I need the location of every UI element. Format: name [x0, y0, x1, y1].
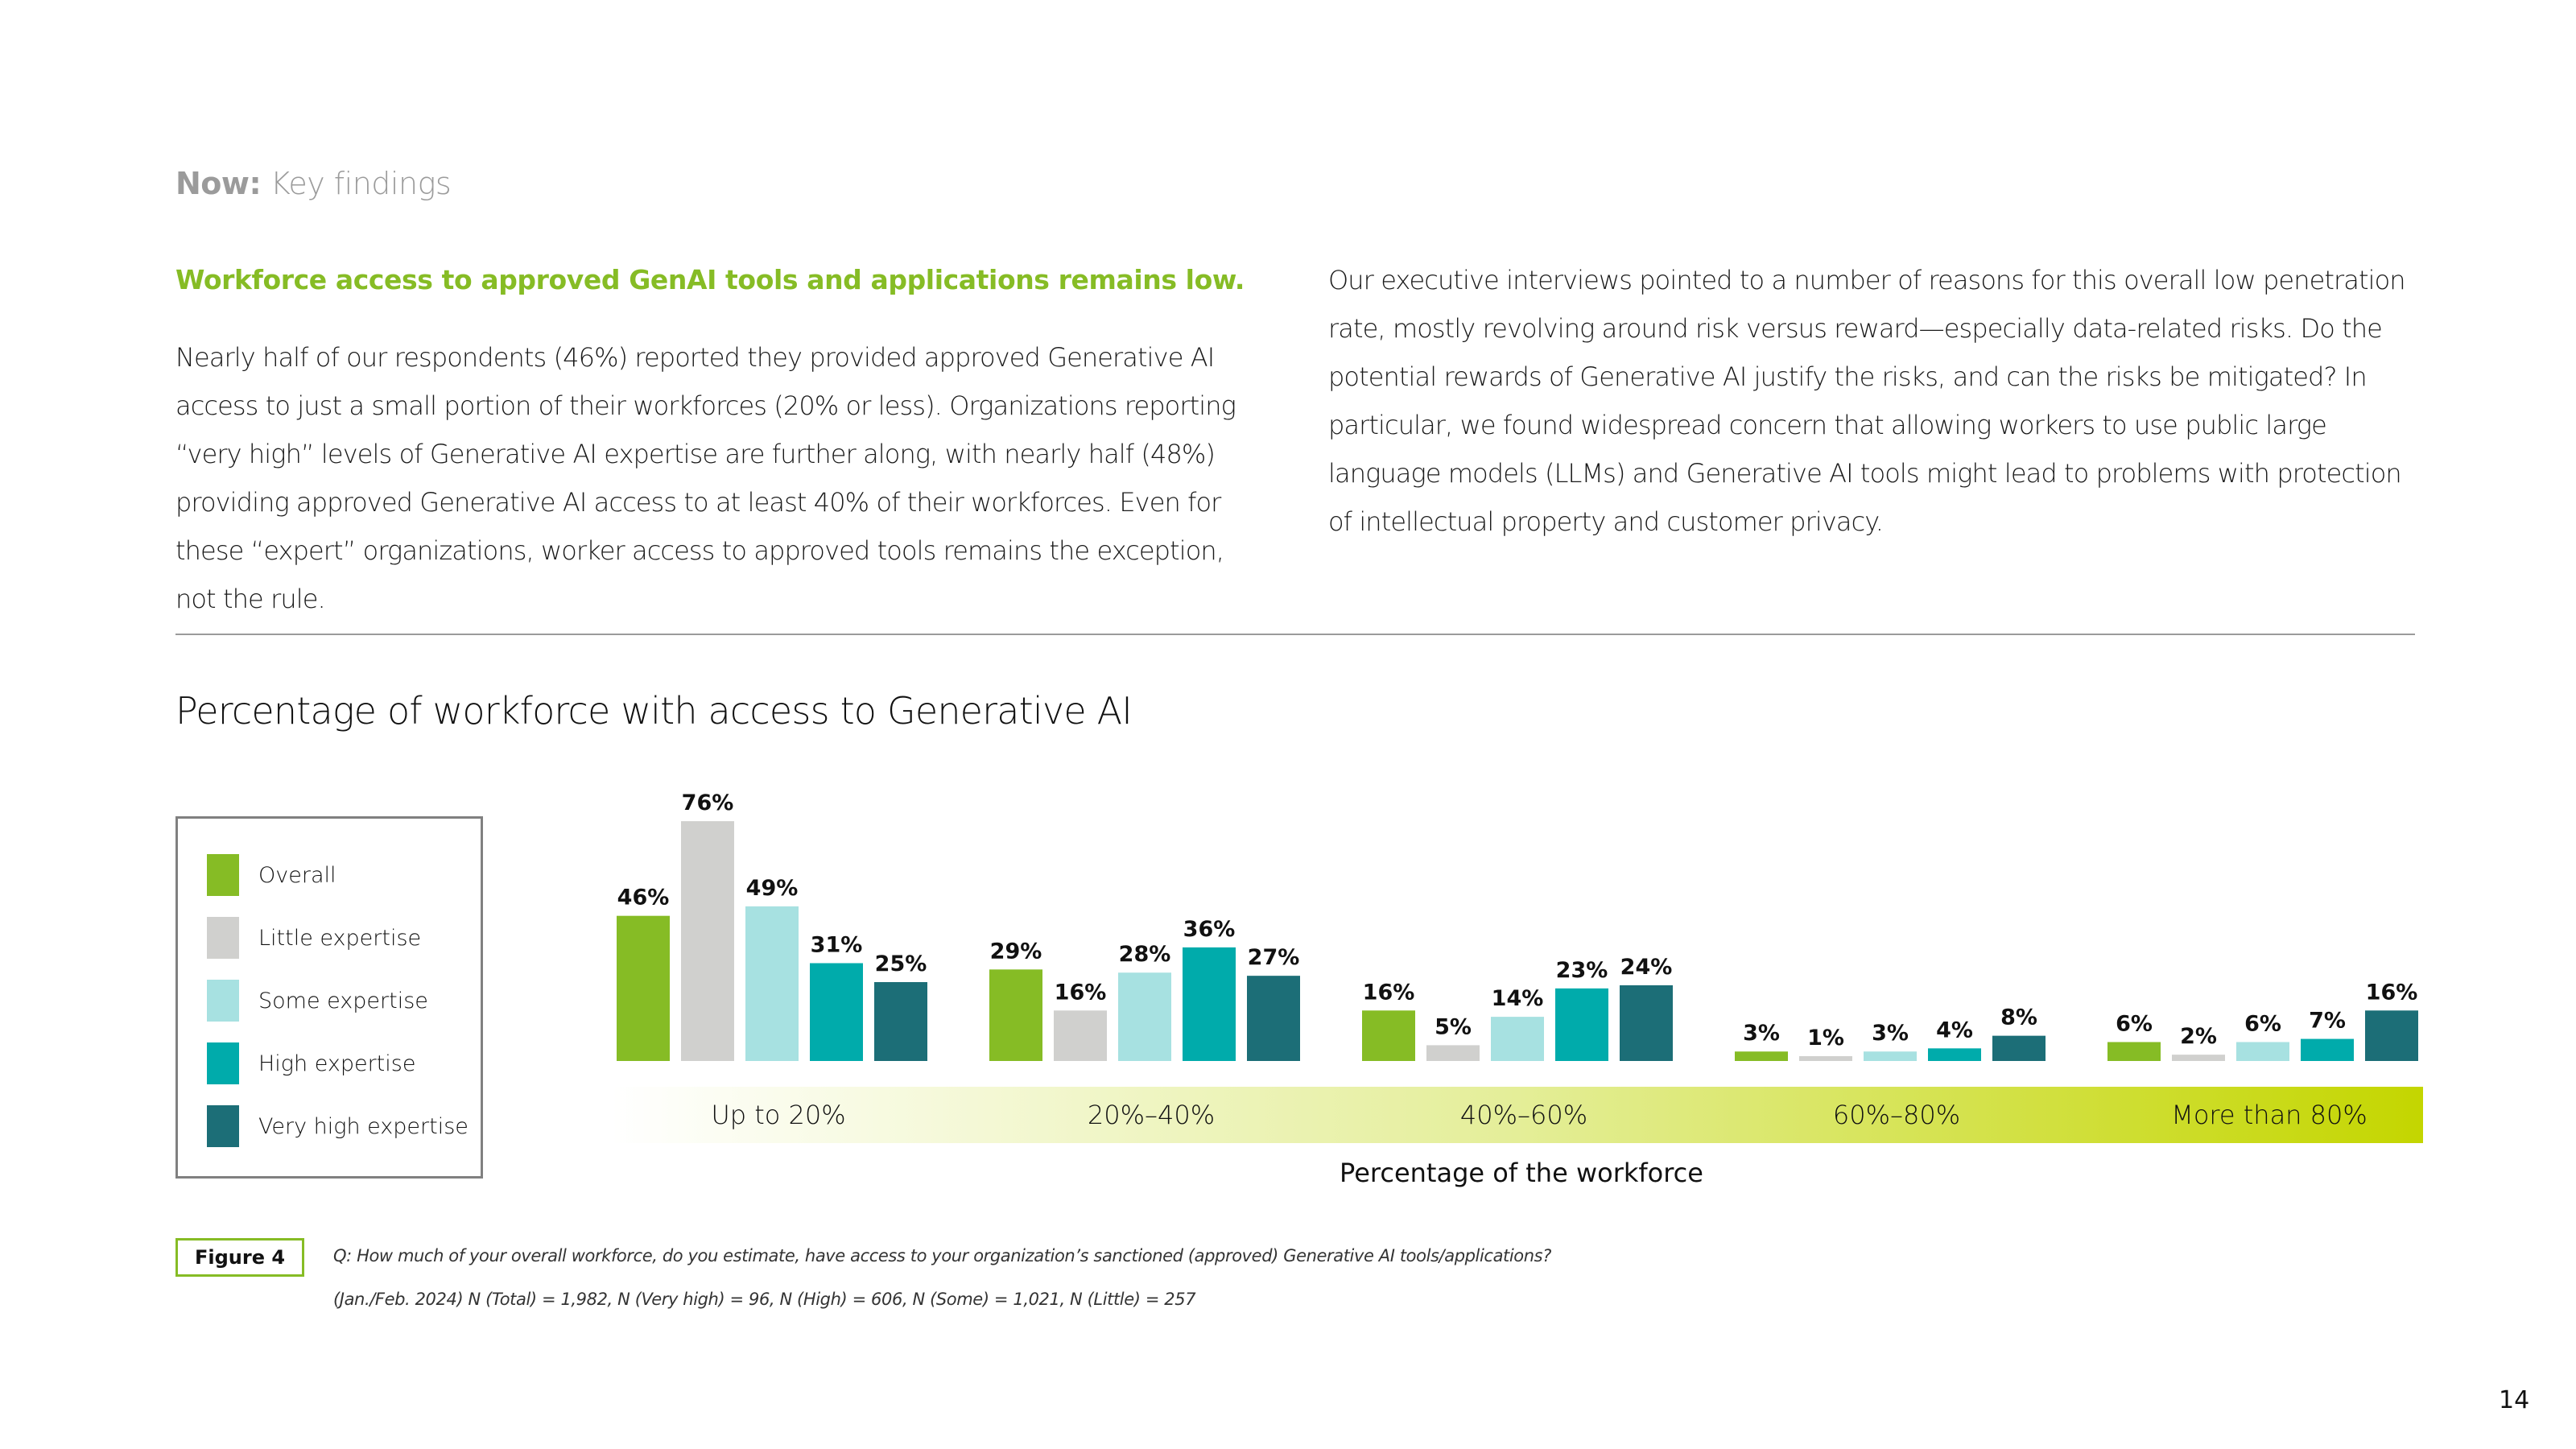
bar-value-label: 5%	[1435, 1014, 1472, 1039]
bar-value-label: 16%	[1363, 980, 1415, 1005]
bar-value-label: 29%	[990, 939, 1042, 964]
bar-some-expertise-5	[2236, 1042, 2289, 1061]
bar-some-expertise-2	[1118, 972, 1171, 1061]
bar-high-expertise-4	[1928, 1048, 1981, 1061]
bar-value-label: 8%	[2000, 1005, 2037, 1030]
bar-value-label: 46%	[617, 886, 670, 910]
bar-value-label: 3%	[1872, 1021, 1909, 1046]
sample-size-note: (Jan./Feb. 2024) N (Total) = 1,982, N (V…	[333, 1290, 1196, 1309]
bar-value-label: 16%	[1055, 980, 1107, 1005]
bar-value-label: 76%	[682, 791, 734, 815]
bar-little-expertise-2	[1054, 1010, 1107, 1061]
bar-little-expertise-4	[1799, 1056, 1852, 1061]
bar-overall-4	[1735, 1051, 1788, 1061]
bar-value-label: 31%	[811, 932, 863, 957]
bar-overall-2	[989, 969, 1042, 1061]
bar-value-label: 6%	[2116, 1011, 2153, 1036]
bar-little-expertise-3	[1426, 1045, 1480, 1061]
bar-some-expertise-3	[1491, 1017, 1544, 1061]
bar-value-label: 14%	[1492, 986, 1544, 1011]
bar-value-label: 2%	[2180, 1024, 2217, 1049]
bar-very-high-expertise-1	[874, 982, 927, 1061]
figure-badge: Figure 4	[175, 1238, 304, 1277]
bar-value-label: 36%	[1183, 917, 1236, 942]
category-label: More than 80%	[2171, 1100, 2368, 1130]
bar-some-expertise-1	[745, 906, 799, 1061]
bar-value-label: 16%	[2366, 980, 2418, 1005]
category-label: 40%–60%	[1460, 1100, 1587, 1130]
bar-high-expertise-2	[1183, 947, 1236, 1061]
bar-high-expertise-3	[1555, 988, 1608, 1061]
bar-overall-5	[2107, 1042, 2161, 1061]
bar-high-expertise-1	[810, 963, 863, 1061]
category-label: 60%–80%	[1833, 1100, 1960, 1130]
bar-value-label: 7%	[2309, 1009, 2346, 1034]
category-label: 20%–40%	[1088, 1100, 1215, 1130]
bar-overall-3	[1362, 1010, 1415, 1061]
bar-little-expertise-1	[681, 821, 734, 1061]
bar-value-label: 23%	[1556, 958, 1608, 983]
bar-value-label: 25%	[875, 952, 927, 976]
bar-little-expertise-5	[2172, 1055, 2225, 1061]
bar-some-expertise-4	[1864, 1051, 1917, 1061]
bar-value-label: 28%	[1119, 942, 1171, 967]
bar-value-label: 49%	[746, 876, 799, 901]
bar-value-label: 24%	[1620, 955, 1673, 980]
x-axis-label: Percentage of the workforce	[1340, 1158, 1703, 1188]
bar-overall-1	[617, 915, 670, 1061]
bar-very-high-expertise-4	[1992, 1035, 2046, 1061]
bar-chart: 46% 76% 49% 31% 25% 29% 16% 28% 36% 27% 16% 5% 14% 23…	[612, 791, 2423, 1188]
bar-very-high-expertise-3	[1620, 985, 1673, 1061]
bar-value-label: 4%	[1936, 1018, 1973, 1042]
category-label: Up to 20%	[711, 1100, 845, 1130]
bar-value-label: 3%	[1743, 1021, 1780, 1046]
page-number: 14	[2499, 1386, 2530, 1414]
bar-very-high-expertise-2	[1247, 976, 1300, 1061]
bars-layer: 46% 76% 49% 31% 25% 29% 16% 28% 36% 27% 16% 5% 14% 23…	[617, 791, 2418, 1061]
bar-value-label: 1%	[1807, 1026, 1844, 1051]
survey-question-note: Q: How much of your overall workforce, d…	[333, 1246, 1551, 1265]
bar-high-expertise-5	[2301, 1038, 2354, 1061]
bar-value-label: 27%	[1248, 945, 1300, 970]
bar-very-high-expertise-5	[2365, 1010, 2418, 1061]
bar-value-label: 6%	[2244, 1011, 2281, 1036]
